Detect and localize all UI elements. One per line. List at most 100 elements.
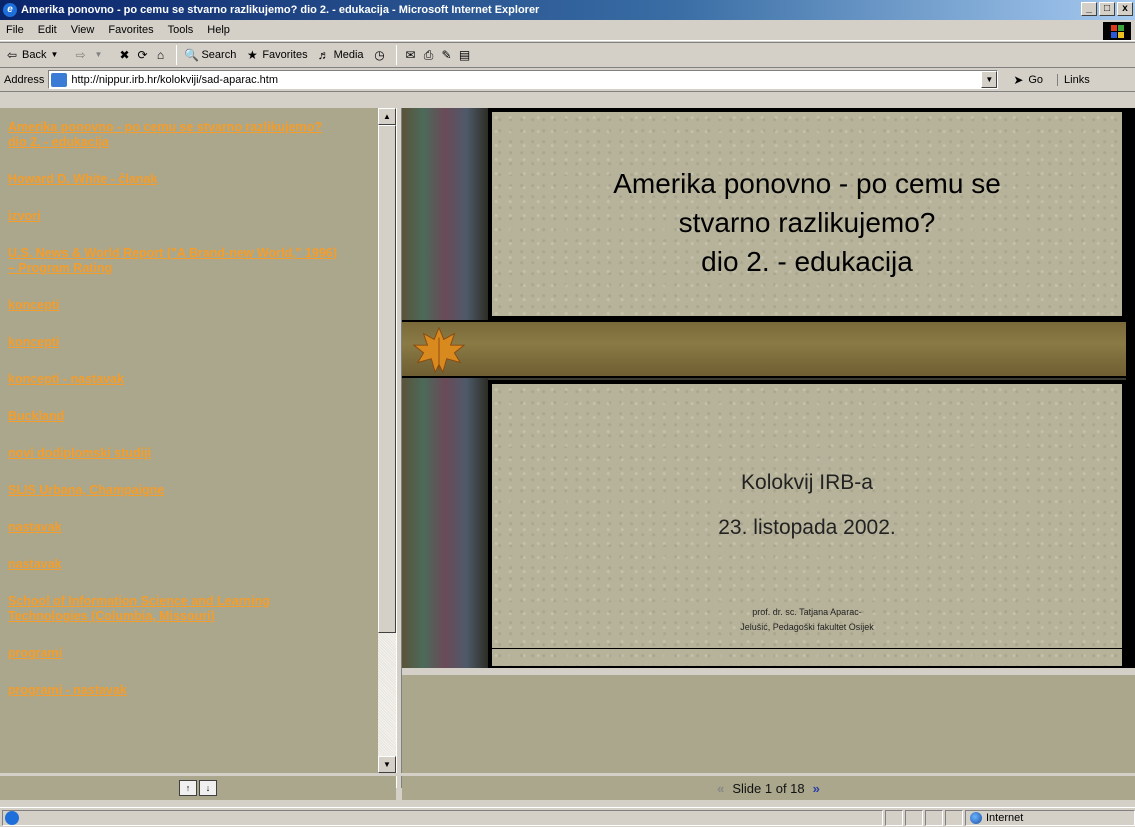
outline-link[interactable]: programi [8, 646, 338, 661]
mail-icon[interactable]: ✉ [403, 47, 419, 63]
outline-link[interactable]: Buckland [8, 409, 338, 424]
windows-logo-icon [1103, 22, 1131, 40]
page-icon [51, 72, 68, 87]
slide-band [402, 320, 1135, 378]
internet-globe-icon [970, 811, 982, 824]
slide-counter: Slide 1 of 18 [732, 780, 805, 796]
favorites-label: Favorites [262, 49, 308, 61]
maximize-button[interactable]: □ [1099, 2, 1115, 16]
notes-frame [402, 673, 1135, 773]
scroll-down-arrow-icon[interactable]: ▼ [378, 756, 396, 773]
status-bar: Internet [0, 807, 1135, 827]
address-url: http://nippur.irb.hr/kolokviji/sad-apara… [71, 73, 279, 86]
dropdown-arrow-icon: ▼ [50, 50, 59, 59]
slide-color-stripe [402, 108, 488, 668]
window-controls: _ □ x [1081, 2, 1133, 16]
history-icon[interactable]: ◷ [372, 47, 388, 63]
address-input[interactable]: http://nippur.irb.hr/kolokviji/sad-apara… [48, 70, 999, 89]
status-text-area [2, 809, 883, 826]
slide-date: 23. listopada 2002. [718, 516, 896, 539]
standard-toolbar: ⇦ Back ▼ ⇨ ▼ ✖ ⟳ ⌂ 🔍 Search ★ Favorites … [0, 42, 1135, 68]
favorites-button[interactable]: ★ Favorites [244, 47, 308, 63]
discuss-icon[interactable]: ▤ [457, 47, 473, 63]
outline-link[interactable]: School of Information Science and Learni… [8, 594, 338, 624]
menu-file[interactable]: File [6, 24, 24, 36]
ie-app-icon: e [3, 3, 17, 17]
menu-view[interactable]: View [71, 24, 95, 36]
scroll-up-arrow-icon[interactable]: ▲ [378, 108, 396, 125]
back-arrow-icon: ⇦ [6, 48, 18, 62]
go-arrow-icon: ➤ [1013, 72, 1024, 87]
window-titlebar: e Amerika ponovno - po cemu se stvarno r… [0, 0, 1135, 20]
outline-link[interactable]: U.S. News & World Report ("A Brand-new W… [8, 246, 338, 276]
refresh-icon[interactable]: ⟳ [134, 47, 150, 63]
outline-link[interactable]: novi dodiplomski studiji [8, 446, 338, 461]
print-icon[interactable]: ⎙ [421, 47, 437, 63]
status-cell [905, 809, 923, 826]
home-icon[interactable]: ⌂ [152, 47, 168, 63]
menu-help[interactable]: Help [207, 24, 230, 36]
menu-bar: File Edit View Favorites Tools Help [0, 20, 1135, 41]
author-line: prof. dr. sc. Tatjana Aparac- [752, 607, 862, 617]
outline-link[interactable]: nastavak [8, 557, 338, 572]
back-label: Back [22, 49, 47, 61]
toolbar-separator [395, 45, 397, 65]
slide-right-edge [1126, 108, 1135, 668]
author-line: Jelušić, Pedagoški fakultet Osijek [740, 622, 874, 632]
address-dropdown-button[interactable]: ▼ [981, 71, 998, 88]
outline-frame: Amerika ponovno - po cemu se stvarno raz… [0, 108, 378, 773]
outline-scrollbar[interactable]: ▲ ▼ [378, 108, 396, 773]
security-zone: Internet [965, 809, 1135, 826]
search-label: Search [201, 49, 237, 61]
links-button[interactable]: Links [1057, 73, 1090, 86]
slide-title-line: stvarno razlikujemo? [678, 207, 936, 238]
menu-tools[interactable]: Tools [168, 24, 194, 36]
go-button[interactable]: ➤ Go [1010, 72, 1043, 88]
outline-link[interactable]: Amerika ponovno - po cemu se stvarno raz… [8, 120, 338, 150]
search-button[interactable]: 🔍 Search [183, 47, 236, 63]
edit-icon[interactable]: ✎ [439, 47, 455, 63]
previous-slide-icon[interactable]: « [717, 781, 724, 796]
close-button[interactable]: x [1117, 2, 1133, 16]
go-label: Go [1028, 73, 1044, 86]
menu-favorites[interactable]: Favorites [108, 24, 153, 36]
forward-arrow-icon: ⇨ [75, 48, 86, 62]
address-bar: Address http://nippur.irb.hr/kolokviji/s… [0, 68, 1135, 92]
address-label: Address [4, 73, 45, 86]
slide-divider [488, 648, 1126, 649]
media-label: Media [333, 49, 364, 61]
status-cell [885, 809, 903, 826]
dropdown-arrow-icon: ▼ [94, 50, 103, 59]
maple-leaf-icon [412, 326, 466, 374]
scrollbar-thumb[interactable] [378, 125, 396, 633]
outline-link[interactable]: programi - nastavak [8, 683, 338, 698]
back-button[interactable]: ⇦ Back ▼ [4, 47, 64, 63]
outline-link[interactable]: koncepti - nastavak [8, 372, 338, 387]
next-slide-icon[interactable]: » [813, 781, 820, 796]
status-cell [925, 809, 943, 826]
slide-title-line: Amerika ponovno - po cemu se [613, 168, 1001, 199]
window-title: Amerika ponovno - po cemu se stvarno raz… [21, 4, 540, 16]
menu-edit[interactable]: Edit [38, 24, 57, 36]
search-icon: 🔍 [183, 48, 199, 62]
collapse-outline-icon[interactable]: ↑ [179, 780, 197, 796]
slide-title: Amerika ponovno - po cemu se stvarno raz… [488, 164, 1126, 281]
media-button[interactable]: ♬ Media [316, 47, 364, 63]
slide-frame: Amerika ponovno - po cemu se stvarno raz… [402, 108, 1135, 668]
expand-outline-icon[interactable]: ↓ [199, 780, 217, 796]
minimize-button[interactable]: _ [1081, 2, 1097, 16]
status-cell [945, 809, 963, 826]
browser-content: Amerika ponovno - po cemu se stvarno raz… [0, 93, 1135, 807]
outline-link[interactable]: koncepti [8, 335, 338, 350]
media-icon: ♬ [317, 48, 330, 62]
forward-button[interactable]: ⇨ ▼ [72, 47, 108, 63]
ie-page-icon [5, 810, 19, 825]
stop-icon[interactable]: ✖ [116, 47, 132, 63]
outline-link[interactable]: Howard D. White - članak [8, 172, 338, 187]
slide-nav-bar: « Slide 1 of 18 » [402, 776, 1135, 800]
slide-title-line: dio 2. - edukacija [701, 246, 913, 277]
outline-link[interactable]: izvori [8, 209, 338, 224]
outline-link[interactable]: SLIS Urbana, Champaigne [8, 483, 338, 498]
outline-link[interactable]: nastavak [8, 520, 338, 535]
outline-link[interactable]: koncepti [8, 298, 338, 313]
